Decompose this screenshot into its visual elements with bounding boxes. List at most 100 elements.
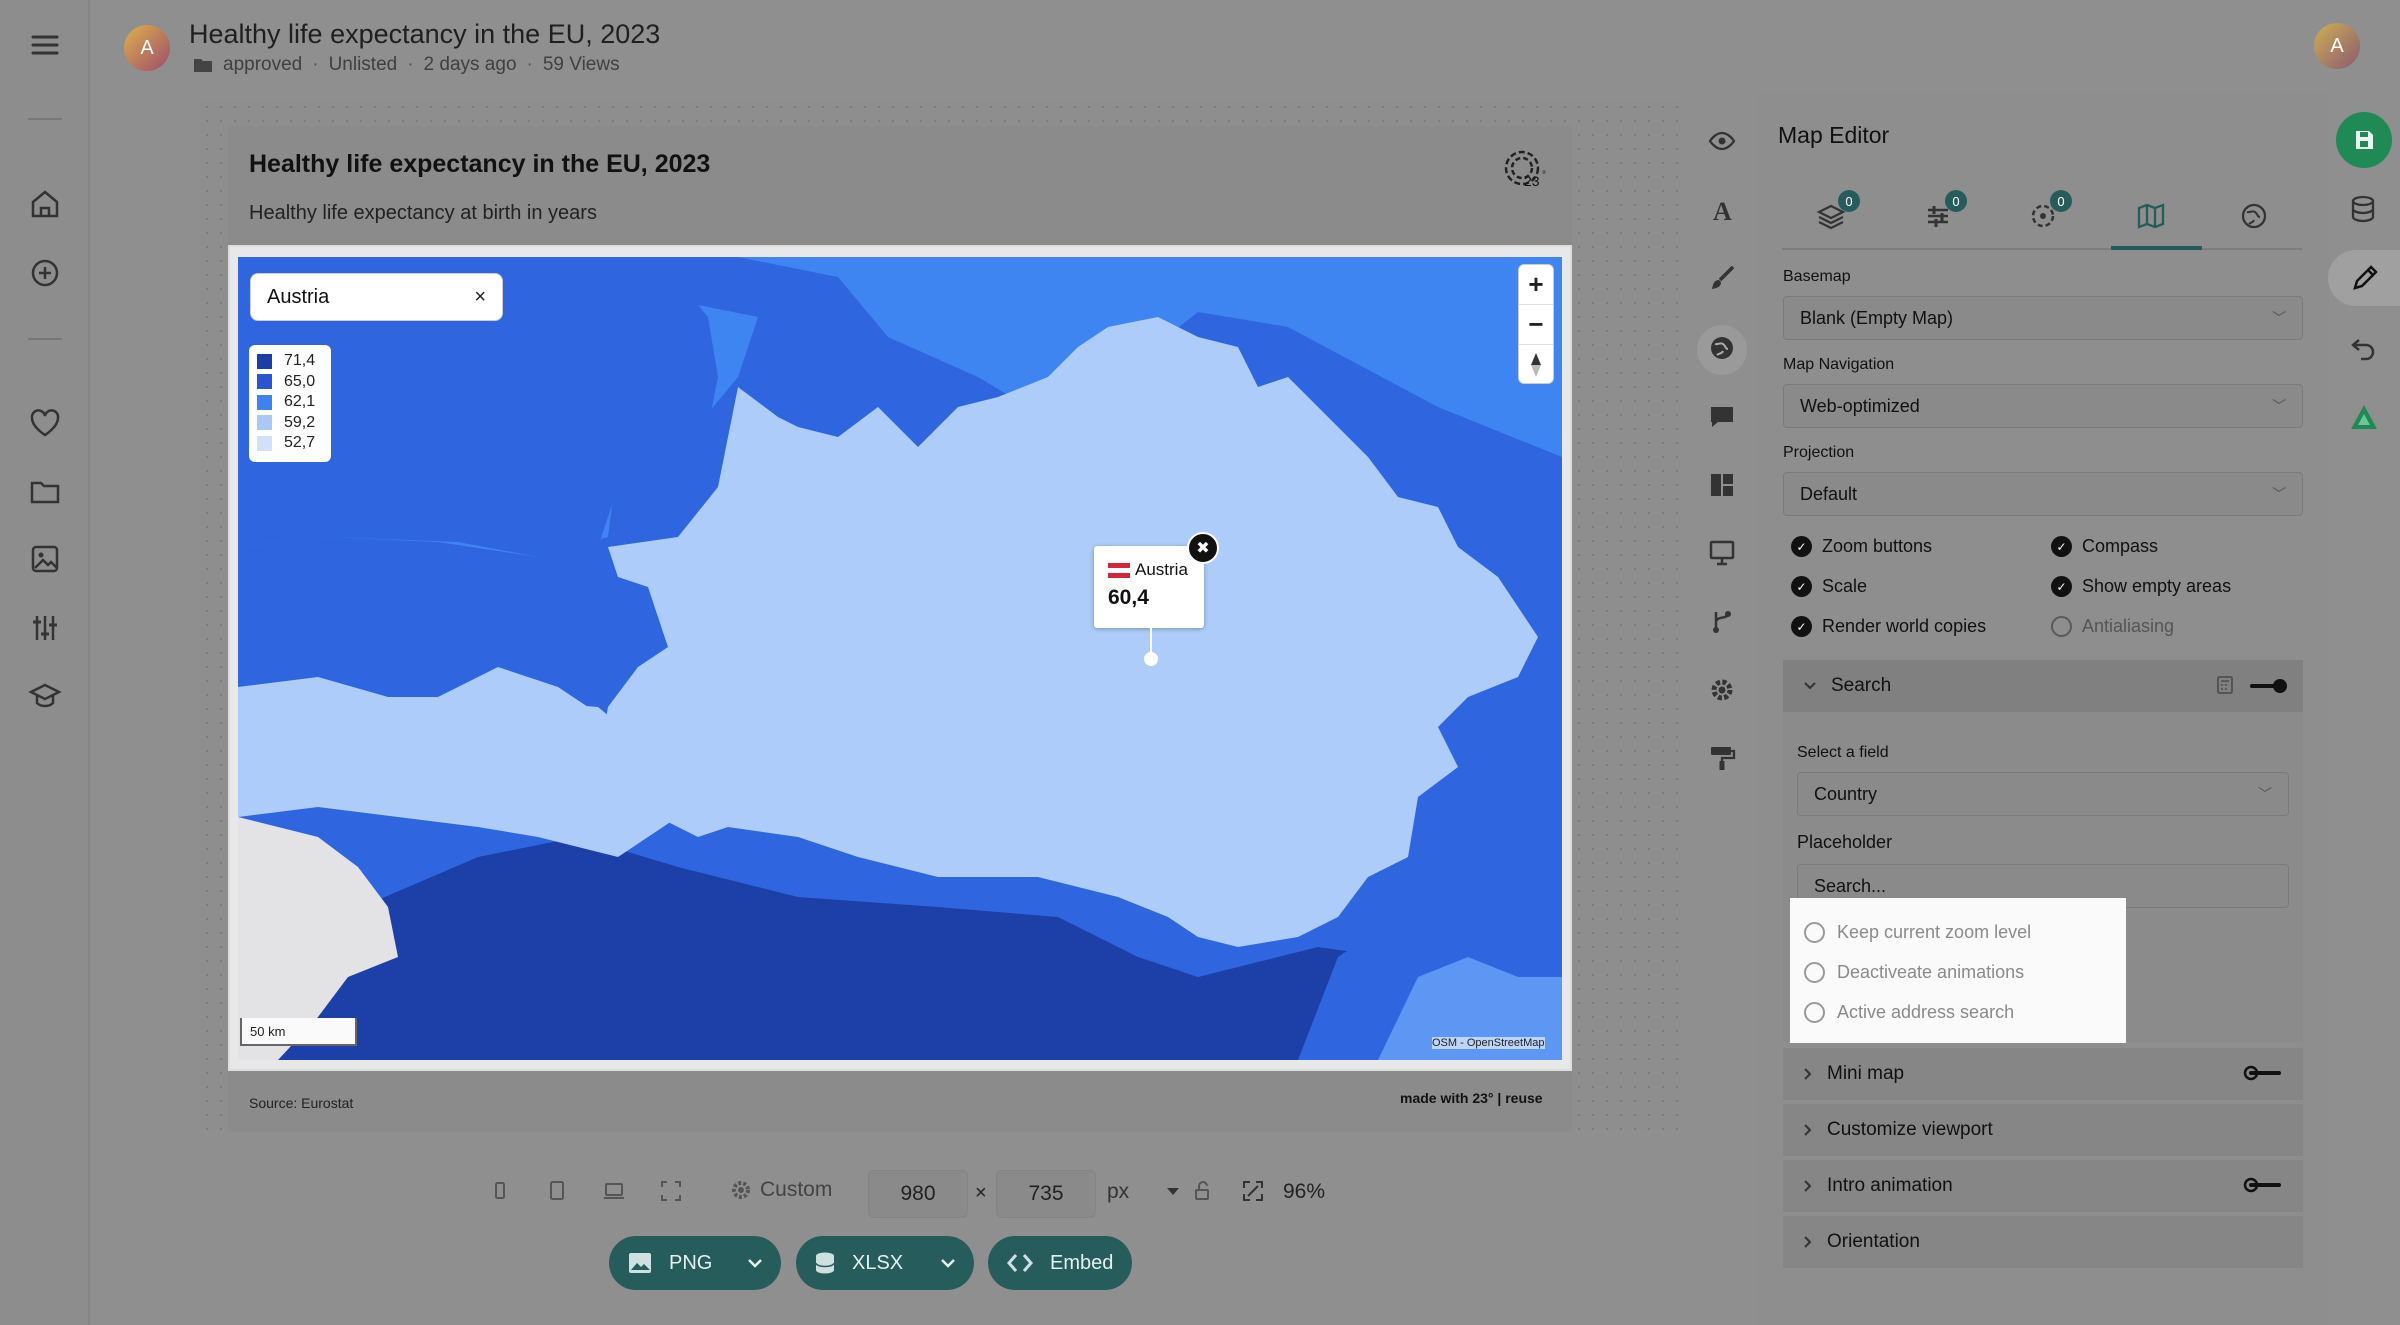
search-toggle[interactable] (2250, 678, 2288, 694)
view-count: 59 Views (542, 54, 620, 75)
xlsx-export-button[interactable]: XLSX (796, 1236, 974, 1290)
chevron-down-icon: ﹀ (2258, 786, 2272, 802)
map-attribution[interactable]: OSM - OpenStreetMap (1432, 1037, 1545, 1049)
visibility-status: Unlisted (328, 54, 398, 75)
brush-icon[interactable] (1707, 263, 1737, 293)
legend-swatch (257, 353, 272, 369)
checkbox-show-empty-areas[interactable]: ✓ Show empty areas (2051, 576, 2231, 597)
embed-button[interactable]: Embed (988, 1236, 1132, 1290)
brand-logo-icon (2349, 402, 2379, 432)
intro-animation-toggle[interactable] (2243, 1177, 2281, 1193)
document-title[interactable]: Healthy life expectancy in the EU, 2023 (189, 19, 660, 50)
unit-select[interactable]: px (1107, 1180, 1129, 1204)
map-zoom-controls: + − (1518, 264, 1554, 384)
navigation-label: Map Navigation (1783, 356, 1895, 373)
mobile-size-icon[interactable] (487, 1178, 513, 1204)
map-search-value: Austria (267, 285, 330, 308)
lock-ratio-icon[interactable] (1190, 1178, 1216, 1204)
database-icon[interactable] (2348, 194, 2378, 224)
section-orientation[interactable]: Orientation (1783, 1216, 2303, 1268)
clear-search-icon[interactable]: × (474, 286, 486, 309)
map-search-box[interactable]: Austria × (250, 273, 503, 321)
chevron-down-icon[interactable] (747, 1257, 763, 1269)
zoom-in-button[interactable]: + (1519, 265, 1553, 305)
chevron-down-icon: ﹀ (2272, 486, 2286, 502)
folder-name[interactable]: approved (223, 54, 302, 76)
tooltip-close-icon[interactable]: ✖ (1187, 532, 1219, 564)
save-button[interactable] (2336, 112, 2392, 168)
radio-address-search[interactable]: Active address search (1804, 992, 2112, 1032)
chevron-right-icon (1803, 1179, 1813, 1193)
field-select[interactable]: Country ﹀ (1797, 772, 2289, 816)
projection-select[interactable]: Default ﹀ (1783, 472, 2303, 516)
meta-separator: · (526, 54, 533, 75)
search-section-header[interactable]: Search (1783, 660, 2303, 712)
legend-swatch (257, 435, 272, 451)
pencil-icon[interactable] (2349, 262, 2381, 294)
graduation-icon[interactable] (27, 678, 63, 714)
heart-icon[interactable] (27, 405, 63, 441)
choropleth-map[interactable] (238, 257, 1562, 1060)
plus-circle-icon[interactable] (27, 255, 63, 291)
zoom-percentage[interactable]: 96% (1283, 1180, 1325, 1204)
section-intro-animation[interactable]: Intro animation (1783, 1160, 2303, 1212)
checkbox-scale[interactable]: ✓ Scale (1791, 576, 1867, 597)
paint-roller-icon[interactable] (1707, 743, 1737, 773)
legend-label: 65,0 (284, 372, 316, 390)
mini-map-toggle[interactable] (2243, 1065, 2281, 1081)
basemap-select[interactable]: Blank (Empty Map) ﹀ (1783, 296, 2303, 340)
chart-title[interactable]: Healthy life expectancy in the EU, 2023 (249, 150, 710, 179)
tooltip-pin-dot (1144, 652, 1158, 666)
zoom-out-button[interactable]: − (1519, 305, 1553, 345)
calculator-icon[interactable] (2215, 675, 2235, 695)
field-value: Country (1814, 783, 1878, 804)
navigation-select[interactable]: Web-optimized ﹀ (1783, 384, 2303, 428)
branch-icon[interactable] (1707, 606, 1737, 636)
undo-icon[interactable] (2349, 332, 2379, 362)
avatar-letter: A (2330, 34, 2344, 57)
user-avatar[interactable]: A (124, 25, 170, 71)
menu-icon[interactable] (27, 27, 63, 63)
checkbox-zoom-buttons[interactable]: ✓ Zoom buttons (1791, 536, 1932, 557)
tab-map[interactable] (2135, 200, 2167, 232)
radio-deactivate-animations[interactable]: Deactiveate animations (1804, 952, 2112, 992)
check-icon: ✓ (2051, 576, 2072, 597)
layout-icon[interactable] (1707, 470, 1737, 500)
folder-icon[interactable] (27, 473, 63, 509)
monitor-icon[interactable] (1707, 538, 1737, 568)
png-export-button[interactable]: PNG (609, 1236, 781, 1290)
desktop-size-icon[interactable] (601, 1178, 627, 1204)
tablet-size-icon[interactable] (544, 1178, 570, 1204)
section-customize-viewport[interactable]: Customize viewport (1783, 1104, 2303, 1156)
account-avatar[interactable]: A (2314, 23, 2360, 69)
sliders-icon[interactable] (27, 610, 63, 646)
made-with-credit[interactable]: made with 23° | reuse (1400, 1090, 1543, 1106)
home-icon[interactable] (27, 186, 63, 222)
preview-eye-icon[interactable] (1707, 126, 1737, 156)
globe-icon[interactable] (1707, 333, 1737, 363)
nav-separator (28, 338, 62, 340)
checkbox-compass[interactable]: ✓ Compass (2051, 536, 2158, 557)
section-mini-map[interactable]: Mini map (1783, 1048, 2303, 1100)
radio-circle-icon (1804, 921, 1825, 943)
image-icon[interactable] (27, 541, 63, 577)
radio-keep-zoom[interactable]: Keep current zoom level (1804, 912, 2112, 952)
height-input[interactable]: 735 (996, 1170, 1096, 1218)
width-input[interactable]: 980 (868, 1170, 968, 1218)
basemap-value: Blank (Empty Map) (1800, 307, 1954, 328)
custom-size-button[interactable]: Custom (730, 1178, 832, 1202)
compass-icon[interactable] (1519, 345, 1553, 385)
legend-swatch (257, 415, 272, 431)
chart-subtitle[interactable]: Healthy life expectancy at birth in year… (249, 202, 597, 225)
settings-gear-icon[interactable] (1707, 675, 1737, 705)
tab-globe[interactable] (2238, 200, 2270, 232)
fullscreen-icon[interactable] (658, 1178, 684, 1204)
checkbox-render-world-copies[interactable]: ✓ Render world copies (1791, 616, 1986, 637)
unit-dropdown-icon[interactable] (1160, 1178, 1186, 1204)
comment-icon[interactable] (1707, 402, 1737, 432)
fit-zoom-icon[interactable] (1240, 1178, 1266, 1204)
checkbox-antialiasing[interactable]: Antialiasing (2051, 616, 2174, 637)
xlsx-label: XLSX (852, 1251, 904, 1274)
chevron-down-icon[interactable] (940, 1257, 956, 1269)
text-icon[interactable]: A (1707, 195, 1737, 225)
